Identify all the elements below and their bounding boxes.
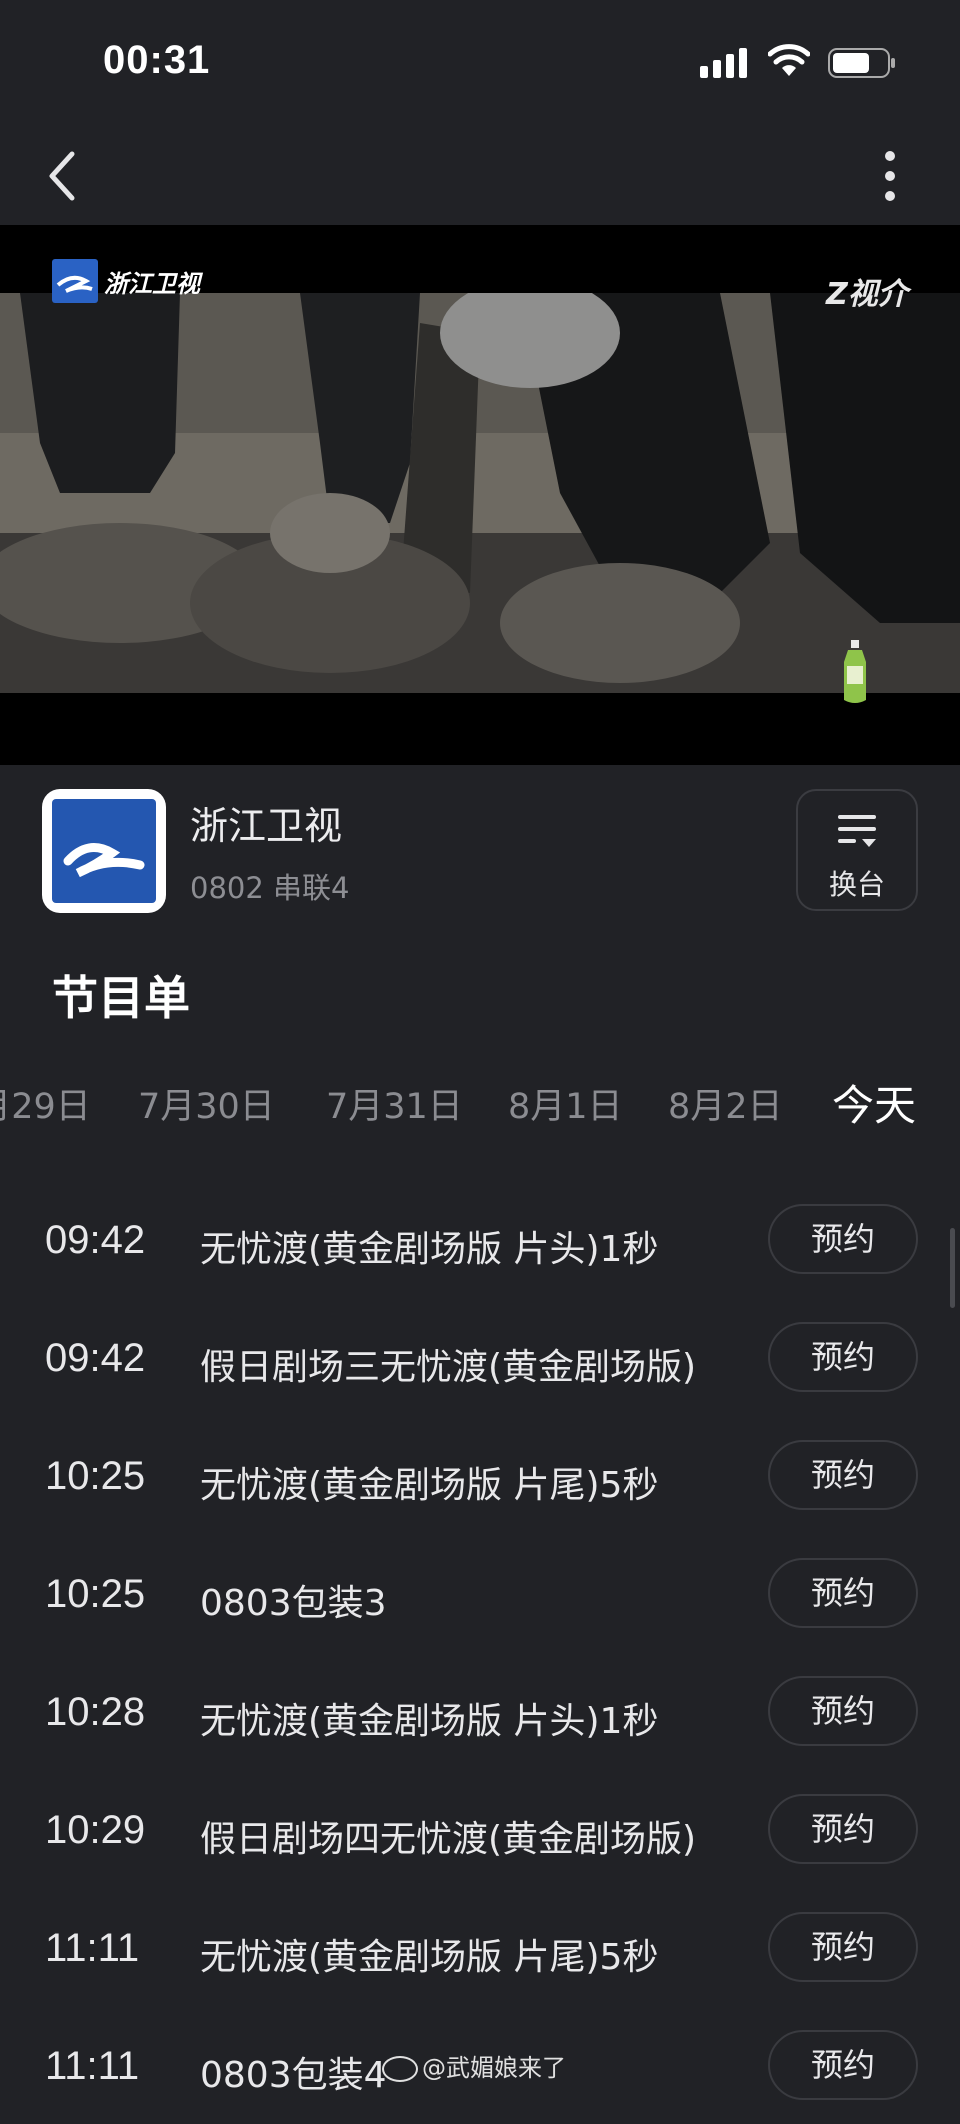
channel-info: 浙江卫视 0802 串联4 换台 [0, 765, 960, 945]
program-row: 09:42 无忧渡(黄金剧场版 片头)1秒 预约 [0, 1180, 960, 1298]
program-row: 11:11 无忧渡(黄金剧场版 片尾)5秒 预约 [0, 1888, 960, 2006]
tab-date-0730[interactable]: 7月30日 [138, 1078, 275, 1129]
status-bar: 00:31 [0, 0, 960, 120]
program-name: 无忧渡(黄金剧场版 片头)1秒 [200, 1701, 659, 1742]
tab-date-today[interactable]: 今天 [832, 1072, 916, 1133]
channel-name: 浙江卫视 [190, 804, 343, 848]
video-frame [0, 293, 960, 693]
program-row: 09:42 假日剧场三无忧渡(黄金剧场版) 预约 [0, 1298, 960, 1416]
switch-channel-button[interactable]: 换台 [796, 789, 918, 911]
current-program: 0802 串联4 [190, 871, 350, 905]
program-row: 10:29 假日剧场四无忧渡(黄金剧场版) 预约 [0, 1770, 960, 1888]
program-time: 11:11 [45, 2044, 140, 2088]
cellular-signal-icon [700, 48, 747, 78]
channel-logo [42, 789, 166, 913]
sponsor-bottle-icon [844, 640, 866, 703]
program-name: 0803包装3 [200, 1583, 387, 1624]
weibo-icon [382, 2056, 418, 2082]
program-time: 10:29 [45, 1808, 146, 1852]
program-row: 10:25 0803包装3 预约 [0, 1534, 960, 1652]
app-logo: Z视介 [826, 277, 908, 312]
reserve-button[interactable]: 预约 [768, 1440, 918, 1510]
scrollbar-thumb[interactable] [950, 1228, 955, 1308]
back-arrow-icon[interactable] [42, 146, 82, 206]
program-time: 11:11 [45, 1926, 140, 1970]
schedule-title: 节目单 [52, 971, 190, 1025]
program-time: 09:42 [45, 1336, 146, 1380]
reserve-button[interactable]: 预约 [768, 2030, 918, 2100]
program-time: 10:25 [45, 1572, 146, 1616]
switch-channel-label: 换台 [828, 868, 885, 901]
tab-date-0802[interactable]: 8月2日 [668, 1078, 783, 1129]
battery-icon [828, 48, 895, 78]
reserve-button[interactable]: 预约 [768, 1794, 918, 1864]
program-time: 10:25 [45, 1454, 146, 1498]
program-name: 无忧渡(黄金剧场版 片尾)5秒 [200, 1465, 659, 1506]
status-time: 00:31 [103, 38, 211, 82]
station-watermark: 浙江卫视 [52, 259, 200, 303]
program-row: 10:28 无忧渡(黄金剧场版 片头)1秒 预约 [0, 1652, 960, 1770]
list-switch-icon [838, 815, 876, 847]
more-options-icon[interactable] [870, 146, 910, 206]
program-row: 10:25 无忧渡(黄金剧场版 片尾)5秒 预约 [0, 1416, 960, 1534]
zhejiang-tv-logo-icon [52, 259, 98, 303]
reserve-button[interactable]: 预约 [768, 1322, 918, 1392]
channel-logo-icon [63, 843, 145, 878]
reserve-button[interactable]: 预约 [768, 1912, 918, 1982]
tab-date-0731[interactable]: 7月31日 [326, 1078, 463, 1129]
tab-date-0729[interactable]: 7月29日 [0, 1078, 91, 1129]
wifi-icon [768, 44, 810, 76]
reserve-button[interactable]: 预约 [768, 1676, 918, 1746]
reserve-button[interactable]: 预约 [768, 1558, 918, 1628]
nav-bar [0, 120, 960, 225]
date-tabs: 7月29日 7月30日 7月31日 8月1日 8月2日 今天 [0, 1068, 960, 1134]
program-time: 09:42 [45, 1218, 146, 1262]
program-name: 无忧渡(黄金剧场版 片头)1秒 [200, 1229, 659, 1270]
reserve-button[interactable]: 预约 [768, 1204, 918, 1274]
tab-date-0801[interactable]: 8月1日 [508, 1078, 623, 1129]
program-name: 假日剧场四无忧渡(黄金剧场版) [200, 1819, 697, 1860]
program-name: 无忧渡(黄金剧场版 片尾)5秒 [200, 1937, 659, 1978]
program-name: 假日剧场三无忧渡(黄金剧场版) [200, 1347, 697, 1388]
program-time: 10:28 [45, 1690, 146, 1734]
video-player[interactable]: 浙江卫视 Z视介 [0, 225, 960, 765]
station-logo-text: 浙江卫视 [104, 269, 200, 298]
